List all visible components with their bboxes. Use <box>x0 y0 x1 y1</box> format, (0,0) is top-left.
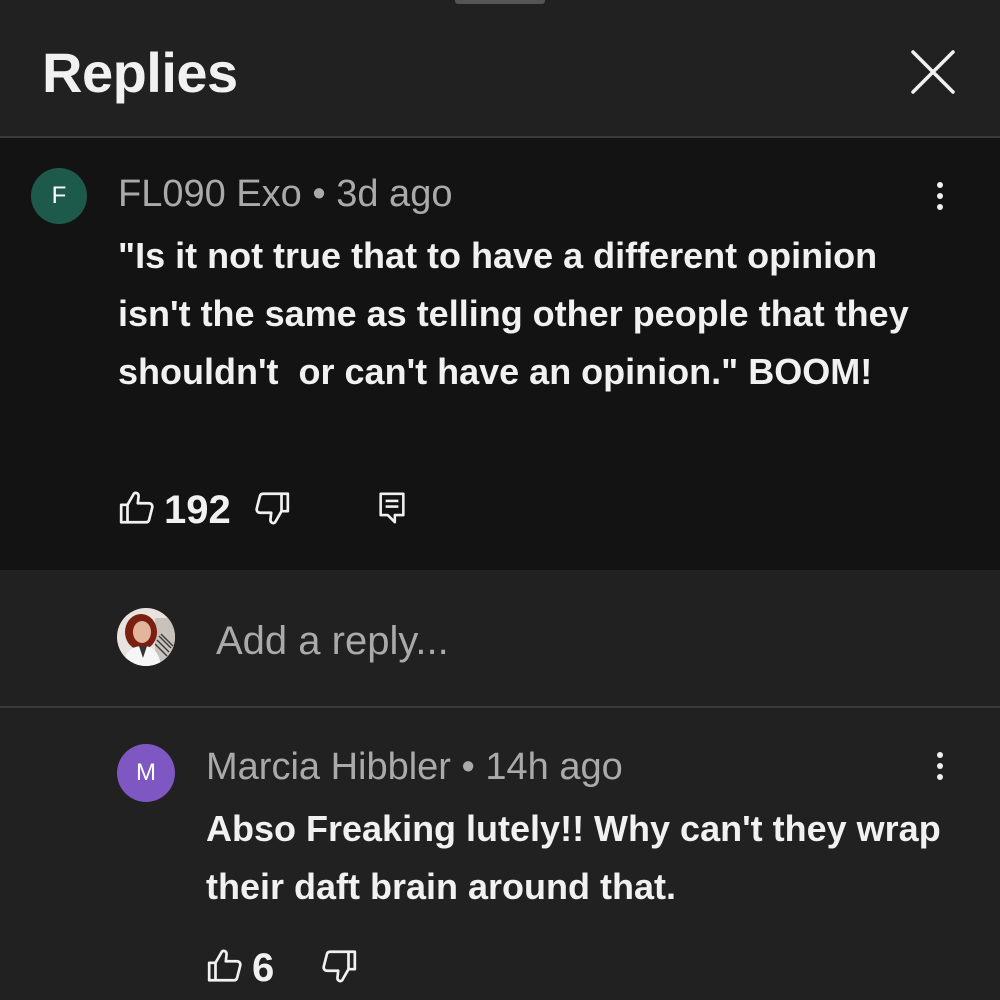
author-name[interactable]: Marcia Hibbler <box>206 746 451 788</box>
avatar-letter: F <box>51 182 67 209</box>
reply-button[interactable] <box>377 491 407 530</box>
replies-header: Replies <box>0 0 1000 138</box>
profile-photo-icon <box>117 608 175 666</box>
like-button[interactable] <box>118 489 156 532</box>
user-avatar[interactable] <box>117 608 175 666</box>
close-icon <box>911 50 955 94</box>
meta-separator: • <box>461 746 475 788</box>
comment-actions: 192 <box>118 488 407 533</box>
reply-comment: M Marcia Hibbler • 14h ago Abso Freaking… <box>0 706 1000 1000</box>
more-options-icon <box>930 752 950 780</box>
like-icon <box>119 491 154 524</box>
dislike-icon <box>322 950 357 983</box>
dislike-button[interactable] <box>320 947 358 990</box>
avatar[interactable]: F <box>31 168 87 224</box>
comment-actions: 6 <box>206 946 358 991</box>
comment-meta: Marcia Hibbler • 14h ago <box>206 746 623 789</box>
avatar-letter: M <box>136 759 156 786</box>
like-count: 192 <box>164 488 231 532</box>
timestamp: 3d ago <box>336 173 453 215</box>
page-title: Replies <box>42 41 238 104</box>
more-options-button[interactable] <box>930 182 950 226</box>
comment-text: Abso Freaking lutely!! Why can't they wr… <box>206 808 951 907</box>
comment-text: "Is it not true that to have a different… <box>118 235 919 392</box>
add-reply-section <box>0 570 1000 708</box>
reply-input[interactable] <box>214 610 958 672</box>
dislike-icon <box>255 492 289 525</box>
author-name[interactable]: FL090 Exo <box>118 173 302 215</box>
more-options-icon <box>930 182 950 210</box>
parent-comment: F FL090 Exo • 3d ago "Is it not true tha… <box>0 138 1000 570</box>
comment-meta: FL090 Exo • 3d ago <box>118 173 452 216</box>
avatar[interactable]: M <box>117 744 175 802</box>
timestamp: 14h ago <box>485 746 623 788</box>
reply-icon <box>379 492 405 524</box>
like-icon <box>207 949 242 982</box>
meta-separator: • <box>312 173 326 215</box>
like-button[interactable] <box>206 947 244 990</box>
close-button[interactable] <box>903 42 963 102</box>
dislike-button[interactable] <box>253 489 291 532</box>
like-count: 6 <box>252 946 275 990</box>
more-options-button[interactable] <box>930 752 950 796</box>
